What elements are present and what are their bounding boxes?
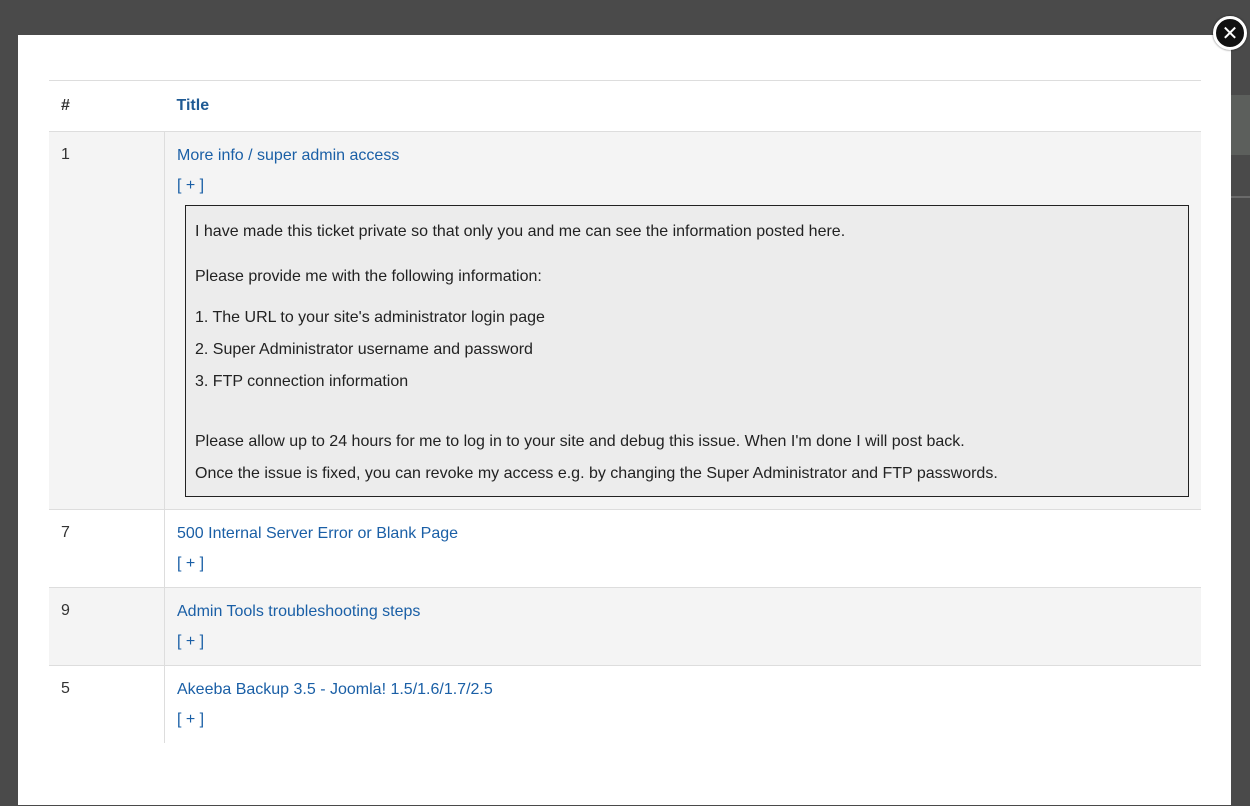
table-row: 9 Admin Tools troubleshooting steps [ + … bbox=[49, 587, 1201, 666]
details-intro: I have made this ticket private so that … bbox=[195, 223, 846, 240]
details-closing-1: Please allow up to 24 hours for me to lo… bbox=[195, 433, 965, 450]
expand-toggle[interactable]: [ + ] bbox=[177, 710, 1189, 730]
details-list: 1. The URL to your site's administrator … bbox=[195, 302, 1179, 398]
row-number: 5 bbox=[49, 665, 165, 743]
column-header-title[interactable]: Title bbox=[164, 80, 1201, 132]
ticket-title-link[interactable]: Admin Tools troubleshooting steps bbox=[177, 602, 1189, 622]
row-number: 1 bbox=[49, 131, 165, 510]
close-icon[interactable]: ✕ bbox=[1213, 16, 1247, 50]
expand-toggle[interactable]: [ + ] bbox=[177, 554, 1189, 574]
table-row: 5 Akeeba Backup 3.5 - Joomla! 1.5/1.6/1.… bbox=[49, 665, 1201, 743]
row-number: 7 bbox=[49, 509, 165, 588]
row-title-cell: More info / super admin access [ + ] I h… bbox=[164, 131, 1201, 510]
table-row: 1 More info / super admin access [ + ] I… bbox=[49, 131, 1201, 510]
row-number: 9 bbox=[49, 587, 165, 666]
row-title-cell: Akeeba Backup 3.5 - Joomla! 1.5/1.6/1.7/… bbox=[164, 665, 1201, 743]
row-title-cell: 500 Internal Server Error or Blank Page … bbox=[164, 509, 1201, 588]
ticket-title-link[interactable]: Akeeba Backup 3.5 - Joomla! 1.5/1.6/1.7/… bbox=[177, 680, 1189, 700]
details-closing-2: Once the issue is fixed, you can revoke … bbox=[195, 465, 998, 482]
backdrop-panel bbox=[1228, 95, 1250, 155]
list-item: 3. FTP connection information bbox=[195, 373, 409, 390]
row-title-cell: Admin Tools troubleshooting steps [ + ] bbox=[164, 587, 1201, 666]
ticket-table: # Title 1 More info / super admin access… bbox=[49, 80, 1201, 743]
details-request: Please provide me with the following inf… bbox=[195, 268, 542, 285]
modal-dialog: # Title 1 More info / super admin access… bbox=[18, 35, 1231, 805]
ticket-title-link[interactable]: 500 Internal Server Error or Blank Page bbox=[177, 524, 1189, 544]
list-item: 1. The URL to your site's administrator … bbox=[195, 309, 545, 326]
list-item: 2. Super Administrator username and pass… bbox=[195, 341, 533, 358]
expand-toggle[interactable]: [ + ] bbox=[177, 176, 1189, 196]
expand-toggle[interactable]: [ + ] bbox=[177, 632, 1189, 652]
backdrop-divider bbox=[1228, 196, 1250, 198]
table-row: 7 500 Internal Server Error or Blank Pag… bbox=[49, 509, 1201, 588]
column-header-number: # bbox=[49, 80, 165, 132]
ticket-title-link[interactable]: More info / super admin access bbox=[177, 146, 1189, 166]
ticket-details-box: I have made this ticket private so that … bbox=[185, 205, 1189, 497]
table-header-row: # Title bbox=[49, 80, 1201, 132]
